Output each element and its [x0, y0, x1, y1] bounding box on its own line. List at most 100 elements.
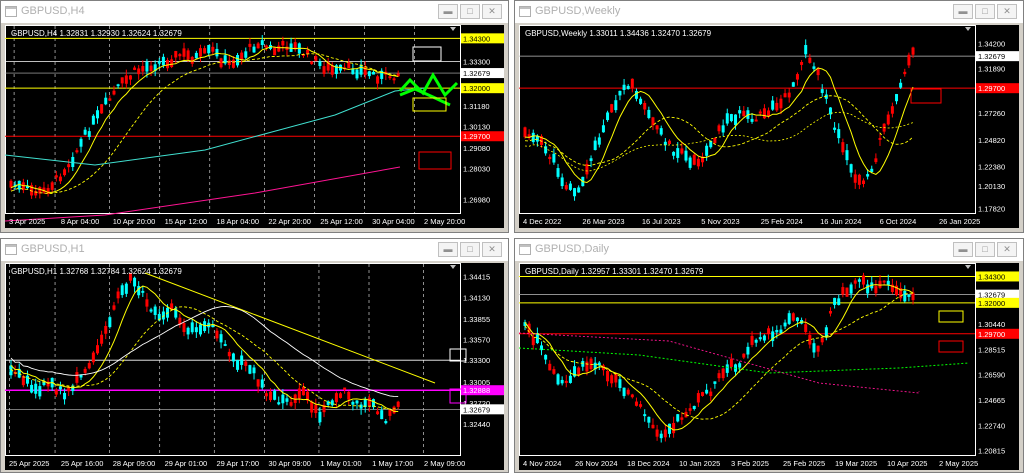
chart-area[interactable]: GBPUSD,Daily 1.32957 1.33301 1.32470 1.3… [519, 263, 1019, 470]
time-label: 30 Apr 04:00 [372, 217, 415, 226]
minimize-icon[interactable]: ▬ [438, 242, 458, 257]
chart-svg[interactable]: GBPUSD,Daily 1.32957 1.33301 1.32470 1.3… [519, 263, 1019, 470]
time-label: 8 Apr 04:00 [61, 217, 99, 226]
chart-svg[interactable]: GBPUSD,H1 1.32768 1.32784 1.32624 1.3267… [5, 263, 504, 470]
time-label: 5 Nov 2023 [701, 217, 739, 226]
close-icon[interactable]: ✕ [482, 4, 502, 19]
time-label: 4 Dec 2022 [523, 217, 561, 226]
candle-body [95, 110, 99, 119]
maximize-icon[interactable]: □ [460, 242, 480, 257]
chart-area[interactable]: GBPUSD,H4 1.32831 1.32930 1.32624 1.3267… [5, 25, 504, 228]
candle-body [133, 67, 137, 70]
candle-body [647, 416, 651, 423]
window-h1[interactable]: GBPUSD,H1 ▬ □ ✕ GBPUSD,H1 1.32768 1.3278… [0, 238, 509, 473]
candle-body [581, 361, 585, 367]
candle-body [556, 374, 560, 385]
time-label: 3 Feb 2025 [731, 459, 769, 468]
maximize-icon[interactable]: □ [975, 4, 995, 19]
maximize-icon[interactable]: □ [975, 242, 995, 257]
candle-body [643, 414, 647, 417]
minimize-icon[interactable]: ▬ [953, 242, 973, 257]
titlebar[interactable]: GBPUSD,H4 ▬ □ ✕ [1, 1, 508, 23]
candle-body [606, 370, 610, 382]
titlebar[interactable]: GBPUSD,Daily ▬ □ ✕ [515, 239, 1023, 261]
candle-body [178, 54, 182, 57]
candle-body [721, 125, 725, 133]
close-icon[interactable]: ✕ [997, 4, 1017, 19]
candle-body [721, 368, 725, 379]
window-daily[interactable]: GBPUSD,Daily ▬ □ ✕ GBPUSD,Daily 1.32957 … [514, 238, 1024, 473]
candle-body [845, 287, 849, 297]
candle-body [322, 66, 326, 74]
time-label: 25 Apr 16:00 [61, 459, 104, 468]
close-icon[interactable]: ✕ [997, 242, 1017, 257]
price-label: 1.34300 [463, 34, 490, 43]
zone-box[interactable] [938, 340, 964, 353]
price-label: 1.24820 [978, 136, 1005, 145]
candle-body [837, 298, 841, 306]
price-label: 1.22380 [978, 163, 1005, 172]
shift-marker-icon[interactable] [450, 27, 456, 31]
candle-body [630, 394, 634, 398]
candle-body [63, 169, 67, 176]
time-label: 25 Apr 2025 [9, 459, 49, 468]
candle-body [531, 336, 535, 346]
candle-body [100, 104, 104, 114]
minimize-icon[interactable]: ▬ [438, 4, 458, 19]
zone-box[interactable] [418, 151, 452, 170]
candle-body [911, 47, 915, 55]
candle-body [268, 391, 272, 401]
price-label: 1.34200 [978, 40, 1005, 49]
price-label: 1.32440 [463, 420, 490, 429]
chart-svg[interactable]: GBPUSD,Weekly 1.33011 1.34436 1.32470 1.… [519, 25, 1019, 228]
maximize-icon[interactable]: □ [460, 4, 480, 19]
zone-box[interactable] [938, 310, 964, 323]
candle-body [899, 82, 903, 88]
close-icon[interactable]: ✕ [482, 242, 502, 257]
candle-body [227, 60, 231, 66]
candle-body [330, 65, 334, 75]
candle-body [696, 393, 700, 403]
candle-body [911, 292, 915, 301]
window-icon [5, 6, 17, 17]
window-h4[interactable]: GBPUSD,H4 ▬ □ ✕ GBPUSD,H4 1.32831 1.3293… [0, 0, 509, 233]
candle-body [198, 48, 202, 57]
time-label: 18 Apr 04:00 [217, 217, 260, 226]
candle-body [589, 358, 593, 370]
candle-body [828, 310, 832, 314]
candle-body [882, 280, 886, 283]
candle-body [804, 324, 808, 333]
time-label: 29 Apr 17:00 [217, 459, 260, 468]
price-label: 1.32679 [463, 405, 490, 414]
candle-body [585, 361, 589, 372]
candle-body [705, 389, 709, 394]
candle-body [170, 59, 174, 68]
candle-body [725, 364, 729, 373]
window-weekly[interactable]: GBPUSD,Weekly ▬ □ ✕ GBPUSD,Weekly 1.3301… [514, 0, 1024, 233]
candle-body [907, 294, 911, 297]
zone-box[interactable] [910, 88, 942, 104]
candle-body [833, 127, 837, 130]
candle-body [573, 188, 577, 197]
titlebar[interactable]: GBPUSD,Weekly ▬ □ ✕ [515, 1, 1023, 23]
price-label: 1.26590 [978, 371, 1005, 380]
price-label: 1.31890 [978, 65, 1005, 74]
shift-marker-icon[interactable] [965, 265, 971, 269]
candle-body [841, 142, 845, 153]
chart-area[interactable]: GBPUSD,H1 1.32768 1.32784 1.32624 1.3267… [5, 263, 504, 470]
price-label: 1.33300 [463, 356, 490, 365]
time-label: 18 Dec 2024 [627, 459, 670, 468]
candle-body [738, 363, 742, 368]
candle-body [83, 129, 87, 135]
minimize-icon[interactable]: ▬ [953, 4, 973, 19]
candle-body [544, 354, 548, 360]
shift-marker-icon[interactable] [965, 27, 971, 31]
zone-box[interactable] [412, 46, 442, 62]
titlebar[interactable]: GBPUSD,H1 ▬ □ ✕ [1, 239, 508, 261]
shift-marker-icon[interactable] [450, 265, 456, 269]
chart-area[interactable]: GBPUSD,Weekly 1.33011 1.34436 1.32470 1.… [519, 25, 1019, 228]
candle-body [133, 277, 137, 287]
chart-svg[interactable]: GBPUSD,H4 1.32831 1.32930 1.32624 1.3267… [5, 25, 504, 228]
candle-body [560, 379, 564, 384]
candle-body [886, 114, 890, 125]
